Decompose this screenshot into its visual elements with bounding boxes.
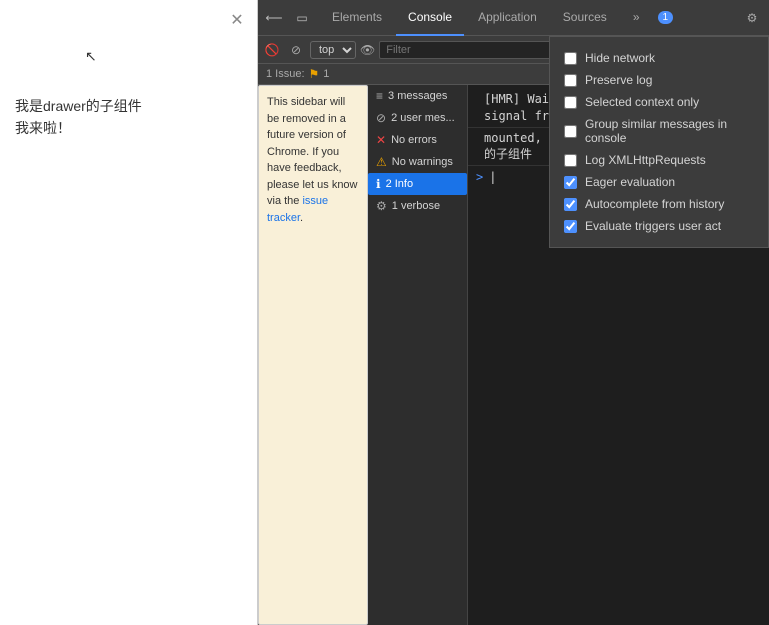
hide-network-checkbox[interactable] [564,52,577,65]
tab-more[interactable]: » [621,0,652,36]
autocomplete-label: Autocomplete from history [585,197,724,211]
setting-hide-network[interactable]: Hide network [564,47,754,69]
tab-application[interactable]: Application [466,0,549,36]
setting-preserve-log[interactable]: Preserve log [564,69,754,91]
eager-evaluation-label: Eager evaluation [585,175,675,189]
filter-verbose-label: 1 verbose [392,200,440,212]
left-panel: ✕ ↖ 我是drawer的子组件 我来啦！ [0,0,258,625]
setting-group-similar[interactable]: Group similar messages in console [564,113,754,149]
filter-warnings[interactable]: ⚠ No warnings [368,151,467,173]
filter-errors-label: No errors [391,134,437,146]
filter-user-label: 2 user mes... [391,112,455,124]
errors-icon: ✕ [376,133,386,147]
devtools-tabbar: ⟵ ▭ Elements Console Application Sources… [258,0,769,36]
selected-context-checkbox[interactable] [564,96,577,109]
drawer-line2: 我来啦！ [15,117,142,139]
group-similar-checkbox[interactable] [564,125,577,138]
devtools-panel: ⟵ ▭ Elements Console Application Sources… [258,0,769,625]
preserve-log-label: Preserve log [585,73,652,87]
sidebar-deprecation-popup: This sidebar will be removed in a future… [258,85,368,625]
drawer-content: 我是drawer的子组件 我来啦！ [15,95,142,140]
tab-sources[interactable]: Sources [551,0,619,36]
preserve-log-checkbox[interactable] [564,74,577,87]
tab-console[interactable]: Console [396,0,464,36]
filter-icon[interactable]: ⊘ [286,40,306,60]
filter-info[interactable]: ℹ 2 Info [368,173,467,195]
console-prompt-symbol: > [476,170,483,184]
hide-network-label: Hide network [585,51,655,65]
console-caret: | [489,170,496,184]
evaluate-triggers-label: Evaluate triggers user act [585,219,721,233]
drawer-line1: 我是drawer的子组件 [15,95,142,117]
evaluate-triggers-checkbox[interactable] [564,220,577,233]
setting-eager-evaluation[interactable]: Eager evaluation [564,171,754,193]
devtools-top-icons: ⟵ ▭ [262,6,314,30]
filter-all-label: 3 messages [388,90,447,102]
cursor-tool-icon[interactable]: ⟵ [262,6,286,30]
context-selector[interactable]: top [310,41,356,59]
issue-bar-text: 1 Issue: [266,68,305,80]
setting-log-xmlhttp[interactable]: Log XMLHttpRequests [564,149,754,171]
log-xmlhttp-label: Log XMLHttpRequests [585,153,706,167]
group-similar-label: Group similar messages in console [585,117,754,145]
settings-gear-icon[interactable]: ⚙ [739,5,765,31]
filter-warnings-label: No warnings [392,156,453,168]
warnings-icon: ⚠ [376,155,387,169]
verbose-icon: ⚙ [376,199,387,213]
log-xmlhttp-checkbox[interactable] [564,154,577,167]
clear-console-icon[interactable]: 🚫 [262,40,282,60]
sidebar-popup-text: This sidebar will be removed in a future… [267,96,358,207]
close-button[interactable]: ✕ [227,10,247,30]
filter-verbose[interactable]: ⚙ 1 verbose [368,195,467,217]
issue-count: 1 [323,68,329,80]
setting-autocomplete[interactable]: Autocomplete from history [564,193,754,215]
tab-elements[interactable]: Elements [320,0,394,36]
filter-info-label: 2 Info [386,178,414,190]
filter-all-messages[interactable]: ≡ 3 messages [368,85,467,107]
cursor-icon: ↖ [85,48,97,65]
eye-icon[interactable]: 👁 [360,43,375,57]
messages-icon: ≡ [376,89,383,103]
user-messages-icon: ⊘ [376,111,386,125]
issue-warning-icon: ⚑ [309,67,320,81]
message-filters-panel: ≡ 3 messages ⊘ 2 user mes... ✕ No errors… [368,85,468,625]
setting-selected-context[interactable]: Selected context only [564,91,754,113]
debug-badge: 1 [658,11,674,24]
filter-errors[interactable]: ✕ No errors [368,129,467,151]
selected-context-label: Selected context only [585,95,699,109]
settings-overlay: Hide network Preserve log Selected conte… [549,36,769,248]
autocomplete-checkbox[interactable] [564,198,577,211]
eager-evaluation-checkbox[interactable] [564,176,577,189]
device-toolbar-icon[interactable]: ▭ [290,6,314,30]
info-icon: ℹ [376,177,381,191]
filter-user-messages[interactable]: ⊘ 2 user mes... [368,107,467,129]
setting-evaluate-triggers[interactable]: Evaluate triggers user act [564,215,754,237]
